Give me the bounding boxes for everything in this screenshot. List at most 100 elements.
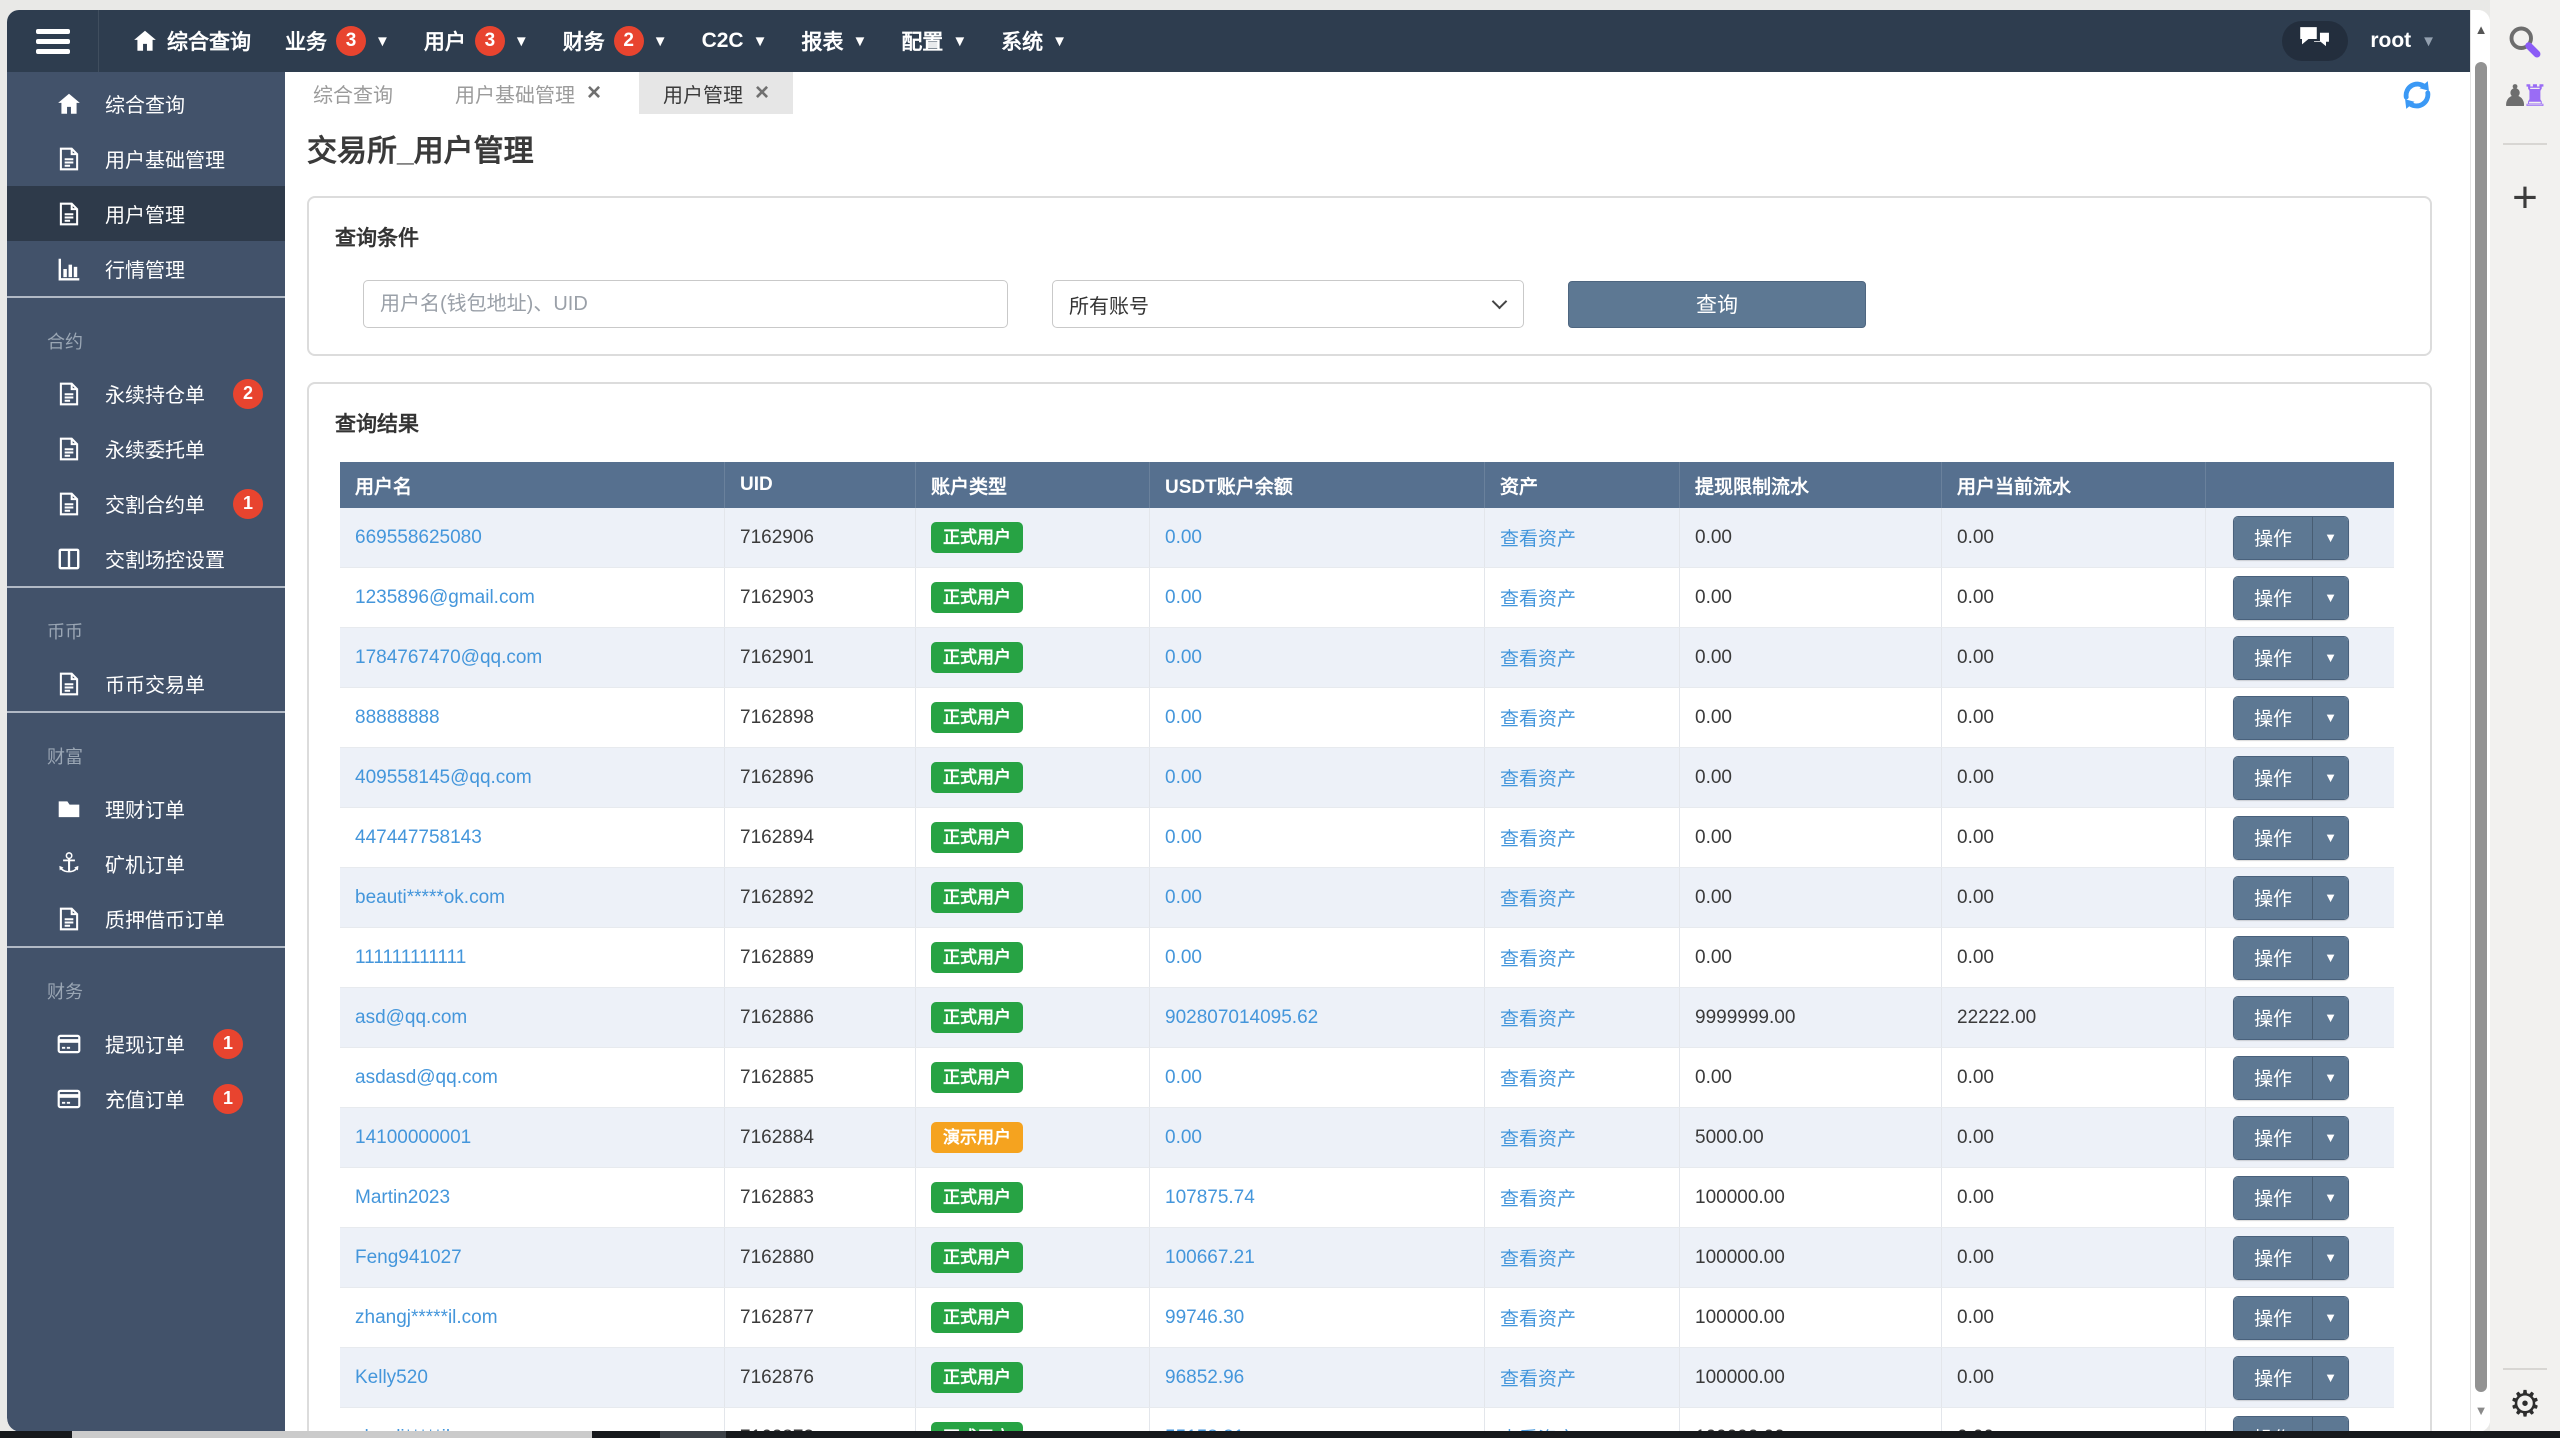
view-assets-link[interactable]: 查看资产 [1500,1364,1576,1391]
nav-item-config[interactable]: 配置 ▼ [884,10,984,72]
view-assets-link[interactable]: 查看资产 [1500,1124,1576,1151]
sidebar-item-perp-positions[interactable]: 永续持仓单 2 [7,366,285,421]
action-button-label[interactable]: 操作 [2234,1176,2313,1219]
action-dropdown-caret[interactable]: ▼ [2312,576,2349,619]
action-button-label[interactable]: 操作 [2234,816,2313,859]
usdt-balance-link[interactable]: 100667.21 [1165,1247,1255,1269]
action-dropdown-caret[interactable]: ▼ [2312,756,2349,799]
usdt-balance-link[interactable]: 0.00 [1165,707,1202,729]
view-assets-link[interactable]: 查看资产 [1500,1004,1576,1031]
usdt-balance-link[interactable]: 96852.96 [1165,1367,1244,1389]
action-dropdown-caret[interactable]: ▼ [2312,1416,2349,1432]
usdt-balance-link[interactable]: 107875.74 [1165,1187,1255,1209]
nav-item-users[interactable]: 用户 3 ▼ [407,10,546,72]
sidebar-item-delivery[interactable]: 交割合约单 1 [7,476,285,531]
horizontal-scrollbar[interactable] [0,1431,2560,1438]
view-assets-link[interactable]: 查看资产 [1500,884,1576,911]
nav-item-system[interactable]: 系统 ▼ [984,10,1084,72]
tab-用户管理[interactable]: 用户管理 × [639,72,794,114]
account-type-select[interactable]: 所有账号 [1052,280,1524,328]
sidebar-item-wealth-orders[interactable]: 理财订单 [7,781,285,836]
sidebar-item-spot-trades[interactable]: 币币交易单 [7,656,285,711]
action-split-button[interactable]: 操作 ▼ [2233,1115,2350,1160]
vertical-scrollbar[interactable]: ▲ ▼ [2470,10,2490,1432]
action-button-label[interactable]: 操作 [2234,1296,2313,1339]
action-dropdown-caret[interactable]: ▼ [2312,816,2349,859]
view-assets-link[interactable]: 查看资产 [1500,1244,1576,1271]
chess-extension-button[interactable]: ♟ ♜ [2490,82,2560,112]
action-button-label[interactable]: 操作 [2234,996,2313,1039]
refresh-button[interactable] [2400,78,2434,117]
action-dropdown-caret[interactable]: ▼ [2312,1176,2349,1219]
sidebar-item-market[interactable]: 行情管理 [7,241,285,296]
chat-button[interactable] [2282,21,2349,61]
horizontal-scrollbar-thumb[interactable] [72,1431,592,1438]
view-assets-link[interactable]: 查看资产 [1500,524,1576,551]
action-dropdown-caret[interactable]: ▼ [2312,636,2349,679]
username-link[interactable]: asdasd@qq.com [355,1067,498,1089]
action-dropdown-caret[interactable]: ▼ [2312,1116,2349,1159]
nav-item-reports[interactable]: 报表 ▼ [784,10,884,72]
username-link[interactable]: 409558145@qq.com [355,767,532,789]
username-link[interactable]: Feng941027 [355,1247,462,1269]
action-split-button[interactable]: 操作 ▼ [2233,935,2350,980]
usdt-balance-link[interactable]: 99746.30 [1165,1307,1244,1329]
action-split-button[interactable]: 操作 ▼ [2233,815,2350,860]
sidebar-item-user-mgmt[interactable]: 用户管理 [7,186,285,241]
nav-item-c2c[interactable]: C2C ▼ [685,10,785,72]
sidebar-item-user-base[interactable]: 用户基础管理 [7,131,285,186]
sidebar-item-pledge-orders[interactable]: 质押借币订单 [7,891,285,946]
action-dropdown-caret[interactable]: ▼ [2312,1356,2349,1399]
action-split-button[interactable]: 操作 ▼ [2233,1175,2350,1220]
action-split-button[interactable]: 操作 ▼ [2233,1295,2350,1340]
usdt-balance-link[interactable]: 0.00 [1165,887,1202,909]
sidebar-toggle-button[interactable] [7,10,99,72]
close-icon[interactable]: × [755,81,769,105]
sidebar-item-query[interactable]: 综合查询 [7,76,285,131]
username-link[interactable]: 669558625080 [355,527,482,549]
usdt-balance-link[interactable]: 0.00 [1165,947,1202,969]
usdt-balance-link[interactable]: 0.00 [1165,527,1202,549]
username-link[interactable]: Kelly520 [355,1367,428,1389]
add-panel-button[interactable]: + [2490,176,2560,220]
search-input[interactable] [363,280,1008,328]
usdt-balance-link[interactable]: 0.00 [1165,1067,1202,1089]
action-split-button[interactable]: 操作 ▼ [2233,1055,2350,1100]
action-button-label[interactable]: 操作 [2234,1416,2313,1432]
nav-item-business[interactable]: 业务 3 ▼ [268,10,407,72]
action-button-label[interactable]: 操作 [2234,636,2313,679]
view-assets-link[interactable]: 查看资产 [1500,584,1576,611]
sidebar-item-miner-orders[interactable]: ⚓ 矿机订单 [7,836,285,891]
action-split-button[interactable]: 操作 ▼ [2233,575,2350,620]
usdt-balance-link[interactable]: 0.00 [1165,827,1202,849]
action-split-button[interactable]: 操作 ▼ [2233,515,2350,560]
username-link[interactable]: asd@qq.com [355,1007,467,1029]
action-button-label[interactable]: 操作 [2234,1356,2313,1399]
nav-item-finance[interactable]: 财务 2 ▼ [546,10,685,72]
username-link[interactable]: 111111111111 [355,947,466,969]
action-dropdown-caret[interactable]: ▼ [2312,936,2349,979]
sidebar-item-delivery-ctrl[interactable]: 交割场控设置 [7,531,285,586]
action-button-label[interactable]: 操作 [2234,1236,2313,1279]
action-dropdown-caret[interactable]: ▼ [2312,696,2349,739]
action-button-label[interactable]: 操作 [2234,936,2313,979]
view-assets-link[interactable]: 查看资产 [1500,1304,1576,1331]
usdt-balance-link[interactable]: 0.00 [1165,767,1202,789]
action-dropdown-caret[interactable]: ▼ [2312,1056,2349,1099]
action-split-button[interactable]: 操作 ▼ [2233,695,2350,740]
close-icon[interactable]: × [587,81,601,105]
view-assets-link[interactable]: 查看资产 [1500,824,1576,851]
action-button-label[interactable]: 操作 [2234,876,2313,919]
search-button[interactable]: 查询 [1568,280,1866,328]
scroll-down-arrow-icon[interactable]: ▼ [2471,1403,2490,1418]
scrollbar-thumb[interactable] [2475,62,2487,1392]
action-dropdown-caret[interactable]: ▼ [2312,996,2349,1039]
tab-综合查询[interactable]: 综合查询 [289,72,417,114]
usdt-balance-link[interactable]: 902807014095.62 [1165,1007,1318,1029]
username-link[interactable]: zhangj*****il.com [355,1307,498,1329]
action-button-label[interactable]: 操作 [2234,696,2313,739]
nav-item-home-query[interactable]: 综合查询 [115,10,268,72]
view-assets-link[interactable]: 查看资产 [1500,1184,1576,1211]
username-link[interactable]: 14100000001 [355,1127,471,1149]
username-link[interactable]: Martin2023 [355,1187,450,1209]
